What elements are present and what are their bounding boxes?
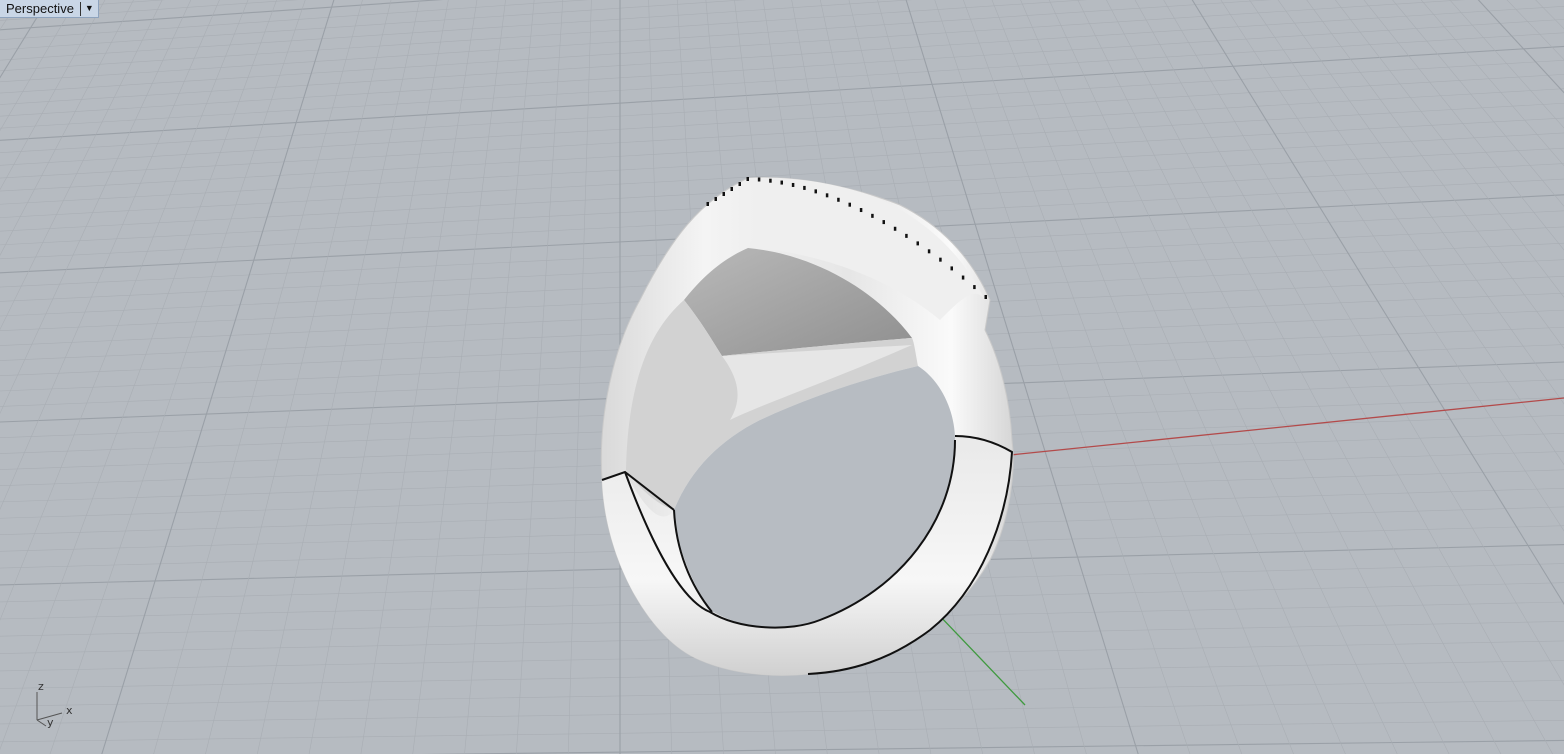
control-point[interactable] bbox=[961, 275, 965, 280]
control-point[interactable] bbox=[803, 185, 806, 190]
control-point[interactable] bbox=[769, 178, 772, 183]
control-point[interactable] bbox=[780, 180, 784, 185]
control-point[interactable] bbox=[871, 213, 874, 218]
control-point[interactable] bbox=[984, 295, 988, 299]
grid-line bbox=[1191, 0, 1564, 606]
widget-y-line bbox=[36, 719, 47, 727]
grid-line bbox=[0, 0, 20, 31]
grid-line bbox=[0, 0, 77, 132]
grid-line bbox=[1077, 0, 1450, 754]
control-point[interactable] bbox=[825, 193, 829, 198]
grid-line bbox=[0, 720, 1564, 743]
grid-line bbox=[308, 0, 449, 754]
viewport-title[interactable]: Perspective bbox=[6, 1, 80, 16]
grid-line bbox=[0, 0, 4, 754]
grid-line bbox=[0, 0, 220, 511]
grid-line bbox=[0, 0, 1272, 83]
grid-line bbox=[0, 0, 41, 3]
control-point[interactable] bbox=[791, 182, 795, 187]
control-point[interactable] bbox=[814, 189, 818, 194]
grid-line bbox=[1249, 0, 1564, 466]
control-point[interactable] bbox=[927, 249, 931, 254]
grid-line bbox=[0, 0, 163, 331]
grid-line bbox=[1477, 0, 1564, 94]
grid-line bbox=[0, 0, 106, 191]
grid-line bbox=[1363, 0, 1564, 251]
control-point[interactable] bbox=[837, 197, 840, 202]
grid-line bbox=[205, 0, 392, 754]
grid-line bbox=[0, 88, 1564, 179]
chevron-down-icon[interactable]: ▼ bbox=[83, 4, 96, 13]
grid-line bbox=[101, 0, 335, 754]
control-point[interactable] bbox=[950, 266, 954, 271]
grid-line bbox=[1134, 0, 1554, 754]
control-point[interactable] bbox=[882, 220, 886, 225]
grid-line bbox=[1048, 0, 1398, 754]
viewport-title-tab[interactable]: Perspective ▼ bbox=[0, 0, 99, 18]
grid-line bbox=[0, 0, 589, 40]
grid-line bbox=[0, 0, 134, 256]
control-point[interactable] bbox=[706, 202, 710, 206]
grid-line bbox=[1392, 0, 1564, 207]
control-point[interactable] bbox=[859, 208, 863, 213]
control-point[interactable] bbox=[973, 285, 976, 290]
control-point[interactable] bbox=[893, 226, 897, 231]
title-separator bbox=[79, 1, 81, 16]
control-point[interactable] bbox=[722, 192, 726, 196]
grid-line bbox=[0, 5, 1564, 105]
grid-line bbox=[464, 0, 535, 754]
axis-z-label: z bbox=[38, 680, 44, 693]
grid-line bbox=[0, 0, 299, 21]
grid-line bbox=[0, 0, 192, 415]
viewport-canvas[interactable] bbox=[0, 0, 1564, 754]
grid-line bbox=[0, 19, 1564, 117]
control-point[interactable] bbox=[848, 202, 852, 207]
ring-model[interactable] bbox=[600, 177, 1014, 676]
grid-line bbox=[0, 0, 1088, 72]
grid-line bbox=[0, 74, 1564, 166]
grid-line bbox=[1449, 0, 1564, 129]
grid-line bbox=[49, 0, 306, 754]
control-point[interactable] bbox=[714, 197, 718, 201]
perspective-viewport[interactable]: Perspective ▼ z x y bbox=[0, 0, 1564, 754]
grid-line bbox=[0, 699, 1564, 725]
grid-line bbox=[153, 0, 363, 754]
control-point[interactable] bbox=[730, 187, 734, 191]
control-point[interactable] bbox=[916, 241, 920, 246]
control-point[interactable] bbox=[757, 177, 761, 182]
control-point[interactable] bbox=[939, 257, 942, 262]
grid-line bbox=[1306, 0, 1564, 349]
grid-line bbox=[421, 739, 1564, 754]
grid-line bbox=[0, 0, 444, 31]
grid-line bbox=[0, 680, 1564, 707]
control-point[interactable] bbox=[905, 233, 908, 238]
grid-line bbox=[567, 0, 592, 754]
axis-x-label: x bbox=[66, 704, 73, 717]
grid-line bbox=[0, 0, 166, 12]
control-point[interactable] bbox=[746, 177, 750, 181]
grid-line bbox=[1420, 0, 1564, 167]
grid-line bbox=[1106, 0, 1502, 754]
grid-line bbox=[516, 0, 564, 754]
control-point[interactable] bbox=[738, 182, 742, 186]
axis-orientation-widget: z x y bbox=[28, 680, 88, 735]
grid-line bbox=[0, 45, 1564, 141]
axis-y-label: y bbox=[47, 716, 54, 729]
